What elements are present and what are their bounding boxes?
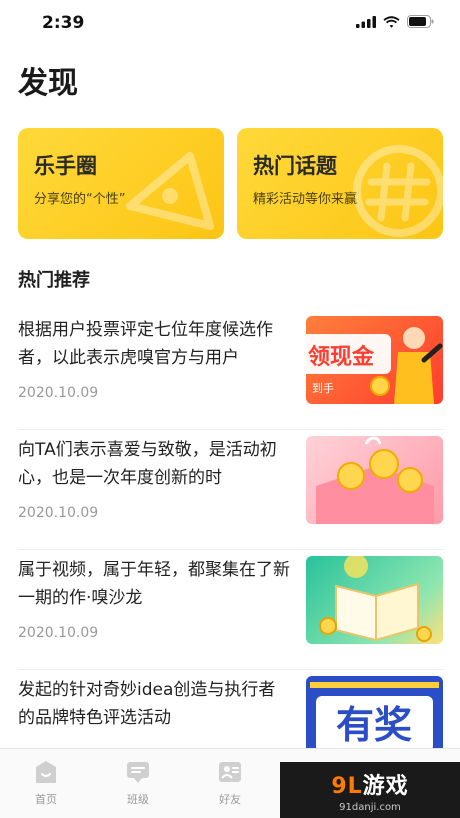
item-thumbnail (306, 436, 443, 524)
item-thumbnail: 领现金 到手 (306, 316, 443, 404)
list-item[interactable]: 向TA们表示喜爱与致敬，是活动初心，也是一次年度创新的时 2020.10.09 (18, 430, 444, 550)
signal-icon (356, 15, 376, 28)
status-icons (356, 15, 434, 28)
battery-icon (407, 15, 434, 28)
card-subtitle: 精彩活动等你来赢 (253, 192, 358, 207)
card-subtitle: 分享您的“个性” (34, 192, 126, 207)
item-title: 发起的针对奇妙idea创造与执行者的品牌特色评选活动 (18, 680, 276, 728)
item-title: 属于视频，属于年轻，都聚集在了新一期的作·嗅沙龙 (18, 560, 290, 608)
tab-label: 首页 (35, 793, 57, 806)
thumb-sub: 到手 (312, 381, 334, 395)
section-title: 热门推荐 (18, 270, 90, 291)
card-hot-topics[interactable]: 热门话题 精彩活动等你来赢 (237, 128, 443, 239)
item-thumbnail (306, 556, 443, 644)
home-icon (36, 761, 56, 783)
item-date: 2020.10.09 (18, 385, 99, 401)
tab-label: 班级 (127, 793, 149, 806)
friends-icon (219, 762, 241, 782)
book-coins-image (319, 556, 432, 642)
card-title: 热门话题 (253, 154, 337, 178)
item-date: 2020.10.09 (18, 625, 99, 641)
item-date: 2020.10.09 (18, 505, 99, 521)
list-item[interactable]: 属于视频，属于年轻，都聚集在了新一期的作·嗅沙龙 2020.10.09 (18, 550, 444, 670)
watermark-url: 91danji.com (339, 801, 401, 813)
wifi-icon (383, 15, 400, 28)
card-title: 乐手圈 (34, 154, 97, 178)
card-music-circle[interactable]: 乐手圈 分享您的“个性” (18, 128, 224, 239)
thumb-text: 领现金 (308, 344, 375, 370)
megaphone-deco-icon (126, 152, 214, 230)
gift-box-image (316, 436, 434, 524)
list-item[interactable]: 根据用户投票评定七位年度候选作者，以此表示虎嗅官方与用户 2020.10.09 … (18, 310, 444, 430)
status-time: 2:39 (42, 13, 85, 33)
item-title: 向TA们表示喜爱与致敬，是活动初心，也是一次年度创新的时 (18, 440, 277, 488)
thumb-text: 有奖 (336, 703, 412, 747)
page-title: 发现 (18, 66, 78, 101)
status-bar: 2:39 (0, 0, 460, 48)
watermark-logo: 9L游戏 91danji.com (280, 762, 460, 818)
tab-friends[interactable]: 好友 (200, 759, 260, 807)
tab-home[interactable]: 首页 (16, 759, 76, 807)
item-title: 根据用户投票评定七位年度候选作者，以此表示虎嗅官方与用户 (18, 320, 273, 368)
watermark-text: 9L游戏 (331, 773, 409, 799)
cash-promo-image: 领现金 到手 (306, 327, 443, 404)
recommend-feed: 根据用户投票评定七位年度候选作者，以此表示虎嗅官方与用户 2020.10.09 … (18, 310, 444, 790)
tab-class[interactable]: 班级 (108, 759, 168, 807)
tab-label: 好友 (219, 793, 241, 806)
class-icon (127, 762, 149, 783)
